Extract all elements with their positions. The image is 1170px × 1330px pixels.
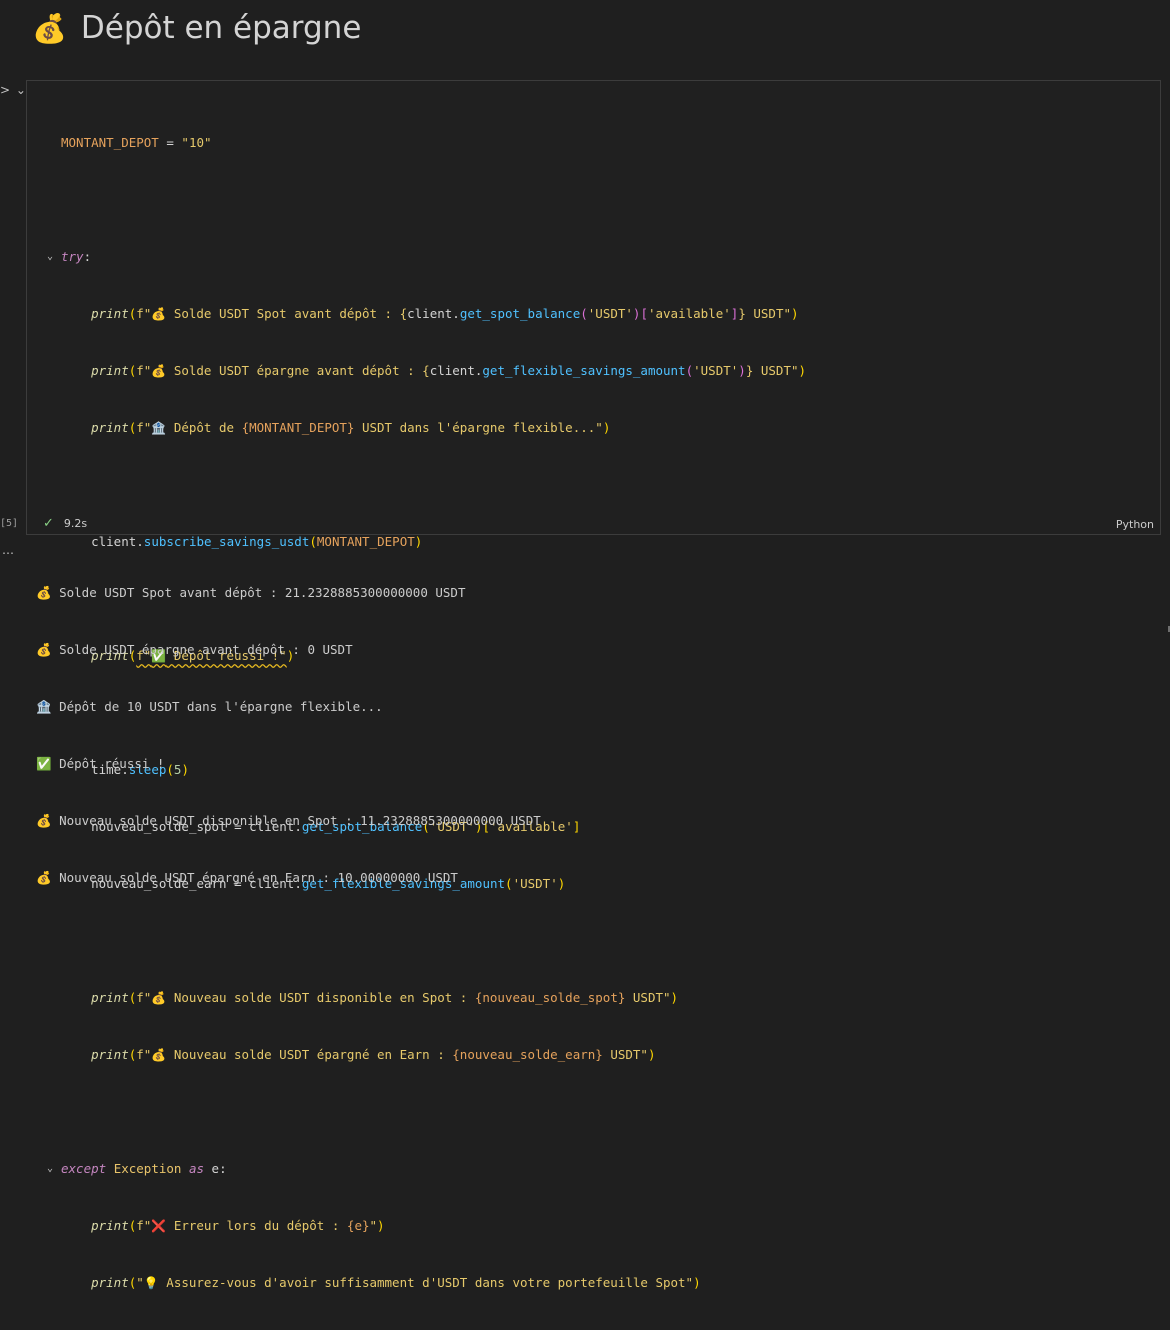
output-line: 💰 Nouveau solde USDT disponible en Spot … (36, 813, 541, 828)
output-line: 💰 Solde USDT Spot avant dépôt : 21.23288… (36, 585, 466, 600)
money-bag-icon: 💰 (36, 642, 52, 657)
language-selector[interactable]: Python (1116, 518, 1154, 531)
code-line: print(f"❌ Erreur lors du dépôt : {e}") (91, 1218, 385, 1233)
money-bag-icon: 💰 (151, 1048, 167, 1062)
output-line: 💰 Solde USDT épargne avant dépôt : 0 USD… (36, 642, 353, 657)
code-cell[interactable]: MONTANT_DEPOT = "10" ⌄ try: print(f"💰 Sol… (26, 80, 1161, 1290)
money-bag-icon: 💰 (36, 870, 52, 885)
run-cell-toggle[interactable]: > ⌄ (0, 83, 27, 97)
code-line: MONTANT_DEPOT = "10" (61, 135, 212, 150)
money-bag-icon: 💰 (32, 11, 67, 45)
light-bulb-icon: 💡 (143, 1276, 159, 1290)
code-line: ⌄ except Exception as e: (47, 1161, 227, 1176)
cross-mark-icon: ❌ (151, 1219, 167, 1233)
page-heading: 💰 Dépôt en épargne (32, 6, 361, 50)
cell-output: 💰 Solde USDT Spot avant dépôt : 21.23288… (36, 545, 541, 906)
money-bag-icon: 💰 (151, 307, 167, 321)
check-mark-icon: ✅ (36, 756, 52, 771)
execution-count: [5] (0, 518, 19, 529)
code-line: print("💡 Assurez-vous d'avoir suffisamme… (91, 1275, 701, 1290)
money-bag-icon: 💰 (151, 991, 167, 1005)
money-bag-icon: 💰 (36, 585, 52, 600)
code-line: ⌄ try: (47, 249, 92, 264)
code-line: print(f"🏦 Dépôt de {MONTANT_DEPOT} USDT … (91, 420, 611, 435)
bank-icon: 🏦 (151, 421, 167, 435)
money-bag-icon: 💰 (36, 813, 52, 828)
code-line: print(f"💰 Solde USDT épargne avant dépôt… (91, 363, 807, 378)
output-menu-icon[interactable]: ⋯ (2, 546, 15, 560)
money-bag-icon: 💰 (151, 364, 167, 378)
code-line: print(f"💰 Nouveau solde USDT disponible … (91, 990, 679, 1005)
execution-time: 9.2s (63, 516, 88, 530)
output-line: 🏦 Dépôt de 10 USDT dans l'épargne flexib… (36, 699, 383, 714)
output-line: ✅ Dépôt réussi ! (36, 756, 165, 771)
output-line: 💰 Nouveau solde USDT épargné en Earn : 1… (36, 870, 458, 885)
cell-status: ✓ 9.2s (43, 514, 87, 532)
page-title: Dépôt en épargne (80, 10, 362, 46)
fold-chevron-icon[interactable]: ⌄ (47, 247, 53, 266)
bank-icon: 🏦 (36, 699, 52, 714)
fold-chevron-icon[interactable]: ⌄ (47, 1159, 53, 1178)
code-line: print(f"💰 Solde USDT Spot avant dépôt : … (91, 306, 799, 321)
check-icon: ✓ (43, 515, 54, 531)
code-line: print(f"💰 Nouveau solde USDT épargné en … (91, 1047, 656, 1062)
